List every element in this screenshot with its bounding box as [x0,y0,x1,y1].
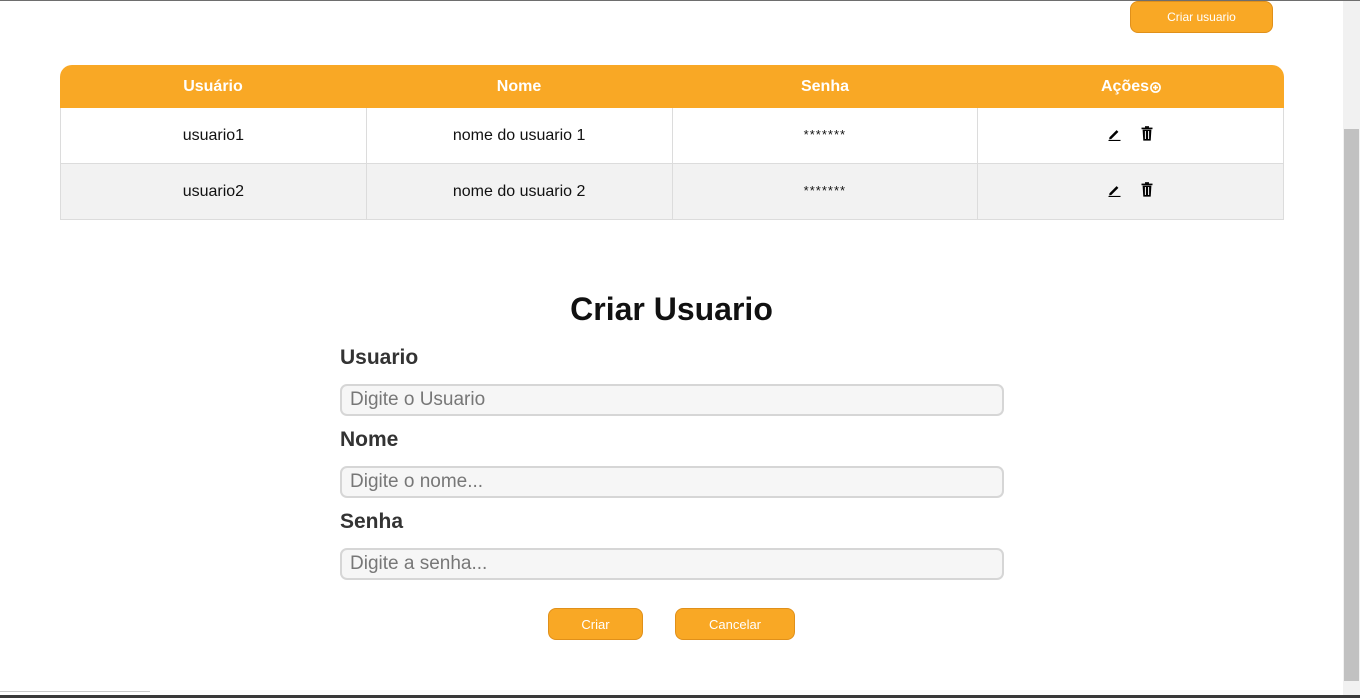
cell-senha: ******* [671,108,978,164]
senha-label: Senha [340,510,404,533]
cancelar-button[interactable]: Cancelar [675,608,795,640]
table-header: Usuário Nome Senha Ações [60,65,1284,108]
create-user-form: Usuario Nome Senha [340,343,1004,589]
nome-input[interactable] [340,466,1004,498]
cell-actions [977,164,1284,220]
senha-input[interactable] [340,548,1004,580]
cell-usuario: usuario2 [60,164,366,220]
column-header-nome: Nome [496,77,542,95]
table-row: usuario2 nome do usuario 2 ******* [60,164,1284,220]
nome-label: Nome [340,428,399,451]
users-table: Usuário Nome Senha Ações usuario1 nome d… [60,65,1284,220]
cell-nome: nome do usuario 1 [365,108,672,164]
cell-senha: ******* [671,164,978,220]
cell-nome: nome do usuario 2 [365,164,672,220]
divider [0,691,150,692]
usuario-input[interactable] [340,384,1004,416]
column-header-senha: Senha [800,77,849,95]
create-user-button[interactable]: Criar usuario [1130,1,1273,33]
table-row: usuario1 nome do usuario 1 ******* [60,108,1284,164]
cell-actions [977,108,1284,164]
usuario-label: Usuario [340,346,419,369]
form-title: Criar Usuario [570,291,773,327]
cell-usuario: usuario1 [60,108,366,164]
column-header-usuario: Usuário [183,77,243,95]
page: Criar usuario Usuário Nome Senha Ações u… [0,0,1360,698]
trash-icon[interactable] [1140,126,1154,142]
pencil-icon[interactable] [1108,126,1122,142]
column-header-acoes: Ações [978,65,1284,108]
criar-button[interactable]: Criar [548,608,643,640]
trash-icon[interactable] [1140,182,1154,198]
pencil-icon[interactable] [1108,182,1122,198]
plus-circle-icon[interactable] [1150,82,1161,93]
scrollbar-thumb[interactable] [1344,129,1359,681]
